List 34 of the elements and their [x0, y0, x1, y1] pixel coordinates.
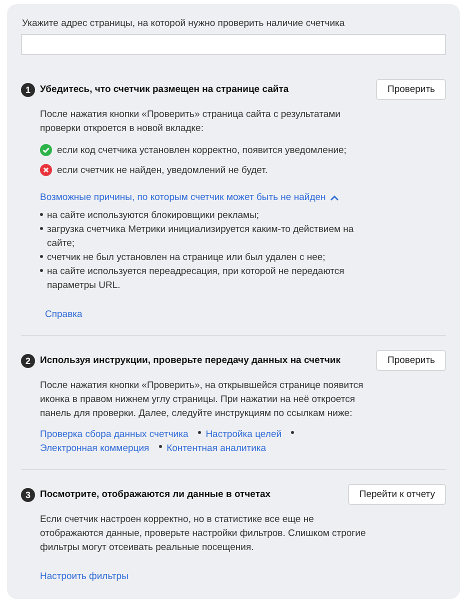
reason-text: счетчик не был установлен на странице или был удален с нее; — [47, 251, 326, 265]
reason-text: загрузка счетчика Метрики инициализируется каким-то действием на сайте; — [47, 223, 355, 251]
bullet-icon — [40, 227, 43, 230]
help-link[interactable]: Справка — [45, 309, 82, 320]
step-button[interactable]: Перейти к отчету — [348, 484, 446, 505]
bullet-icon — [40, 213, 43, 216]
cross-icon — [40, 164, 52, 176]
result-text: если счетчик не найден, уведомлений не будет. — [57, 164, 268, 176]
bullet-icon — [40, 255, 43, 258]
step-description: После нажатия кнопки «Проверить», на открывшейся странице появится иконка в правом нижнем углу страницы. При нажатии на неё откроется панель для проверки. Далее, следуйте инструкциям по ссылкам ниже: — [40, 379, 364, 421]
reasons-toggle[interactable]: Возможные причины, по которым счетчик может быть не найден — [40, 192, 339, 203]
step-description: Если счетчик настроен корректно, но в статистике все еще не отображаются данные, проверьте настройки фильтров. Слишком строгие фильтры могут отсеивать реальные посещения. — [40, 513, 367, 555]
reason-text: на сайте используется переадресация, при которой не передаются параметры URL. — [47, 265, 346, 293]
step-button[interactable]: Проверить — [376, 79, 446, 100]
step-description: После нажатия кнопки «Проверить» страница сайта с результатами проверки откроется в новой вкладке: — [40, 108, 342, 136]
help-link[interactable]: Настроить фильтры — [40, 571, 128, 582]
step-title: Посмотрите, отображаются ли данные в отчетах — [40, 489, 271, 500]
step-number: 3 — [21, 488, 35, 502]
step-title: Убедитесь, что счетчик размещен на странице сайта — [40, 84, 289, 95]
help-link[interactable]: Контентная аналитика — [166, 443, 266, 454]
result-text: если код счетчика установлен корректно, появится уведомление; — [57, 144, 346, 156]
step-button[interactable]: Проверить — [376, 350, 446, 371]
step-title: Используя инструкции, проверьте передачу данных на счетчик — [40, 355, 340, 366]
help-link[interactable]: Проверка сбора данных счетчика — [40, 429, 188, 440]
help-link[interactable]: Настройка целей — [206, 429, 282, 440]
field-label: Укажите адрес страницы, на которой нужно проверить наличие счетчика — [22, 18, 346, 29]
step-number: 1 — [21, 82, 35, 96]
url-input-field[interactable] — [21, 34, 446, 55]
chevron-icon — [330, 194, 339, 200]
step-number: 2 — [21, 354, 35, 368]
help-link[interactable]: Электронная коммерция — [40, 443, 150, 454]
check-icon — [40, 144, 52, 156]
bullet-icon — [40, 269, 43, 272]
reason-text: на сайте используются блокировщики рекламы; — [47, 209, 260, 223]
